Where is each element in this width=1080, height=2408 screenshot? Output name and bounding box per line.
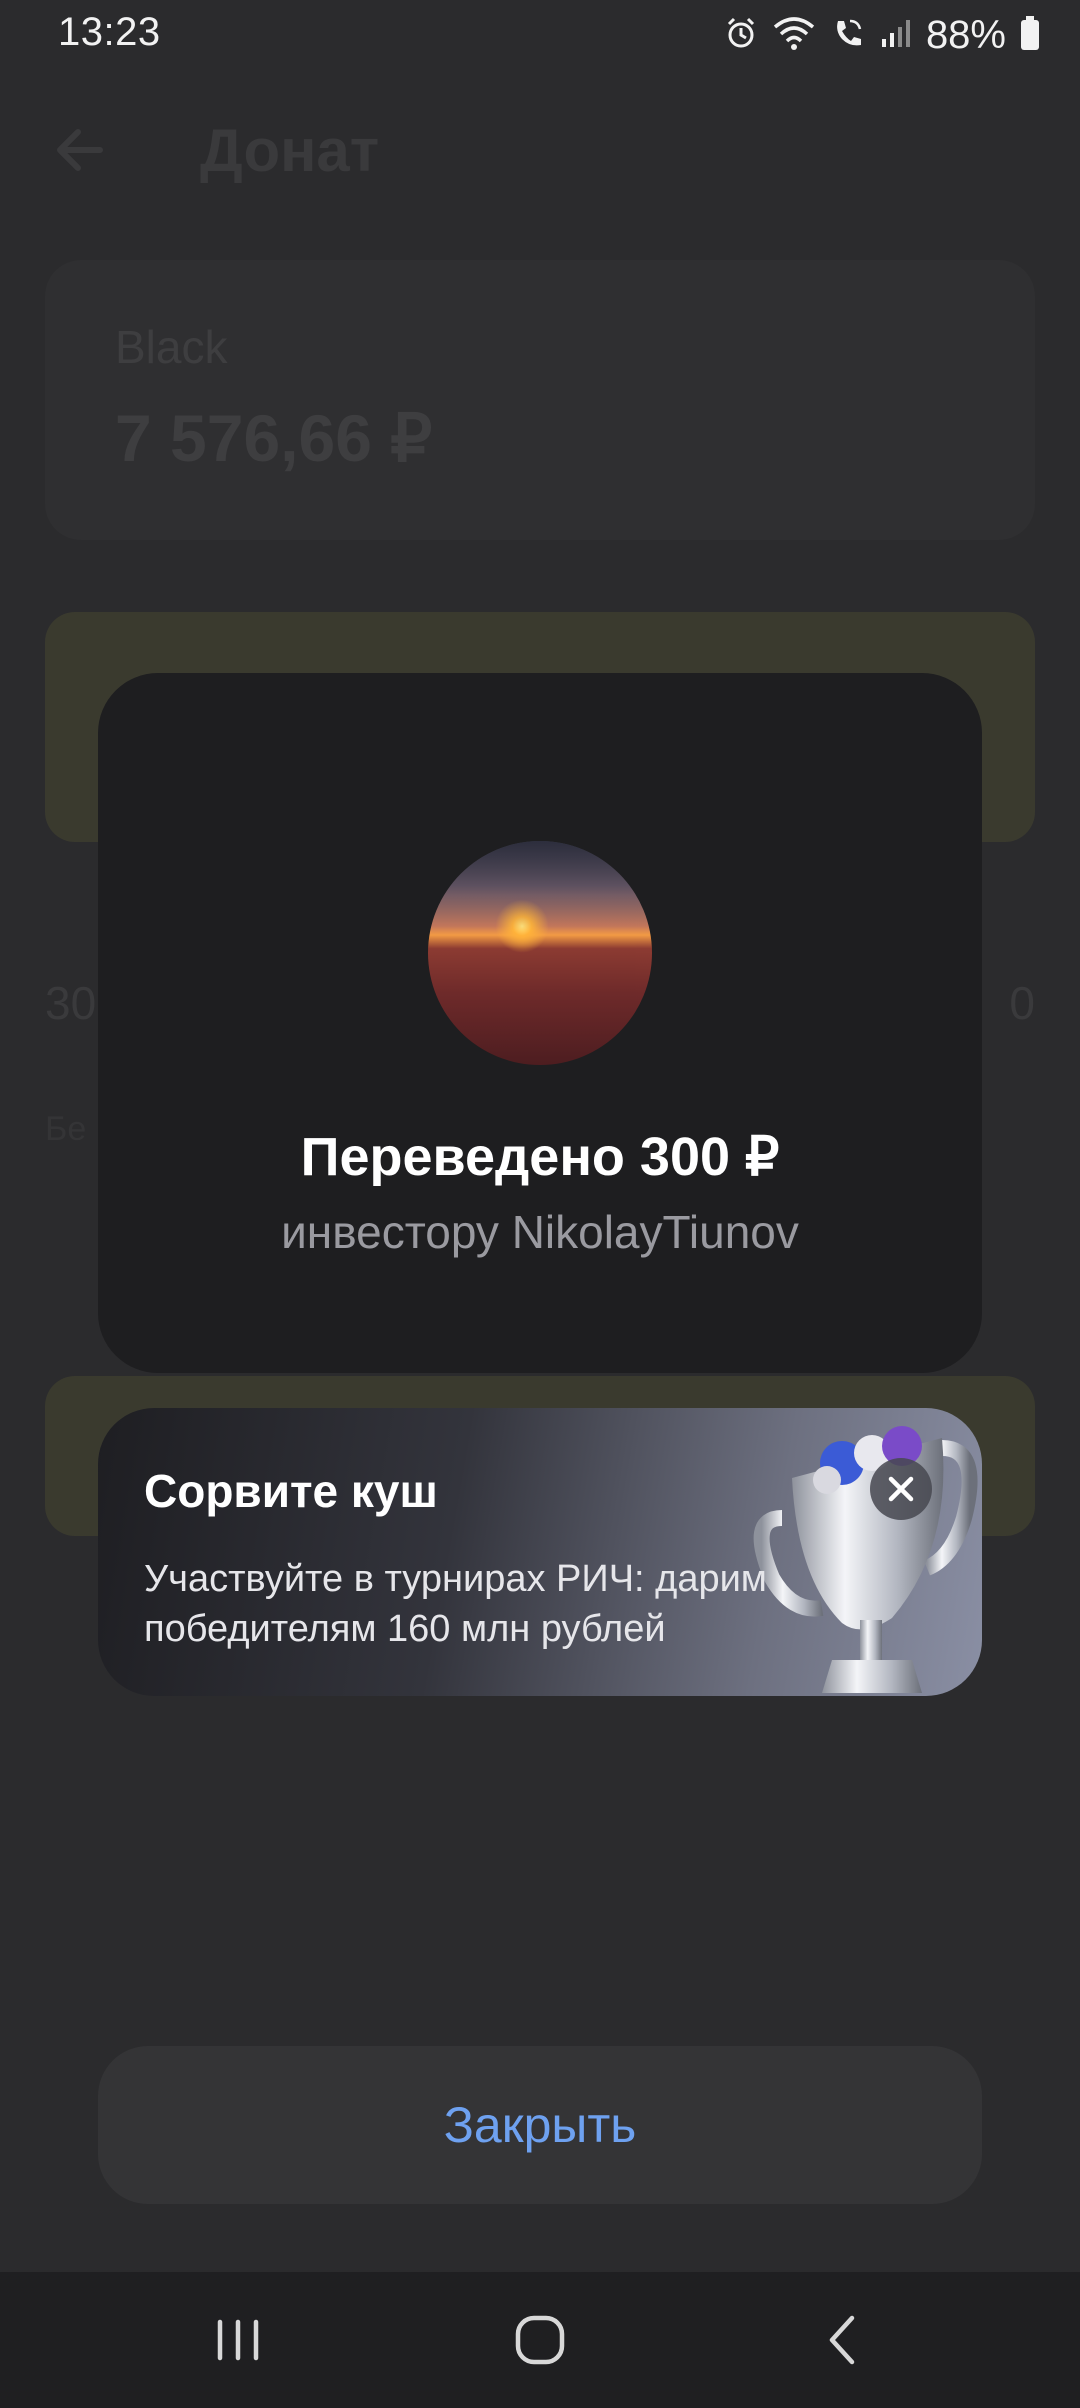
- battery-percent: 88%: [925, 12, 1006, 57]
- battery-icon: [1020, 15, 1040, 56]
- transfer-title: Переведено 300 ₽: [300, 1127, 780, 1187]
- back-icon[interactable]: [814, 2310, 874, 2370]
- close-button[interactable]: Закрыть: [98, 2046, 982, 2204]
- wifi-calling-icon: [830, 15, 866, 56]
- recent-apps-icon[interactable]: [208, 2310, 268, 2370]
- background-card-label: Black: [115, 321, 228, 373]
- transfer-success-card: Переведено 300 ₽ инвестору NikolayTiunov: [98, 673, 982, 1373]
- background-faint-right: 0: [1009, 977, 1035, 1029]
- home-icon[interactable]: [510, 2310, 570, 2370]
- promo-text: Участвуйте в турнирах РИЧ: дарим победит…: [144, 1558, 767, 1650]
- wifi-icon: [772, 15, 816, 56]
- status-icons: 88%: [724, 12, 1040, 57]
- status-time: 13:23: [58, 10, 161, 54]
- promo-close-button[interactable]: [870, 1458, 932, 1520]
- background-card-amount: 7 576,66 ₽: [115, 401, 433, 475]
- promo-banner[interactable]: Сорвите куш Участвуйте в турнирах РИЧ: д…: [98, 1408, 982, 1696]
- system-navigation-bar: [0, 2272, 1080, 2408]
- signal-icon: [880, 17, 912, 54]
- alarm-icon: [724, 16, 758, 55]
- transfer-recipient: инвестору NikolayTiunov: [281, 1206, 799, 1258]
- close-icon: [888, 1476, 914, 1502]
- background-faint-left: 30: [45, 977, 97, 1029]
- back-arrow-icon: [50, 120, 110, 180]
- recipient-avatar: [428, 841, 652, 1065]
- promo-title: Сорвите куш: [144, 1465, 438, 1517]
- status-bar: 13:23 88%: [0, 0, 1080, 70]
- background-page-title: Донат: [200, 117, 380, 184]
- background-faint-small: Бе: [45, 1110, 87, 1148]
